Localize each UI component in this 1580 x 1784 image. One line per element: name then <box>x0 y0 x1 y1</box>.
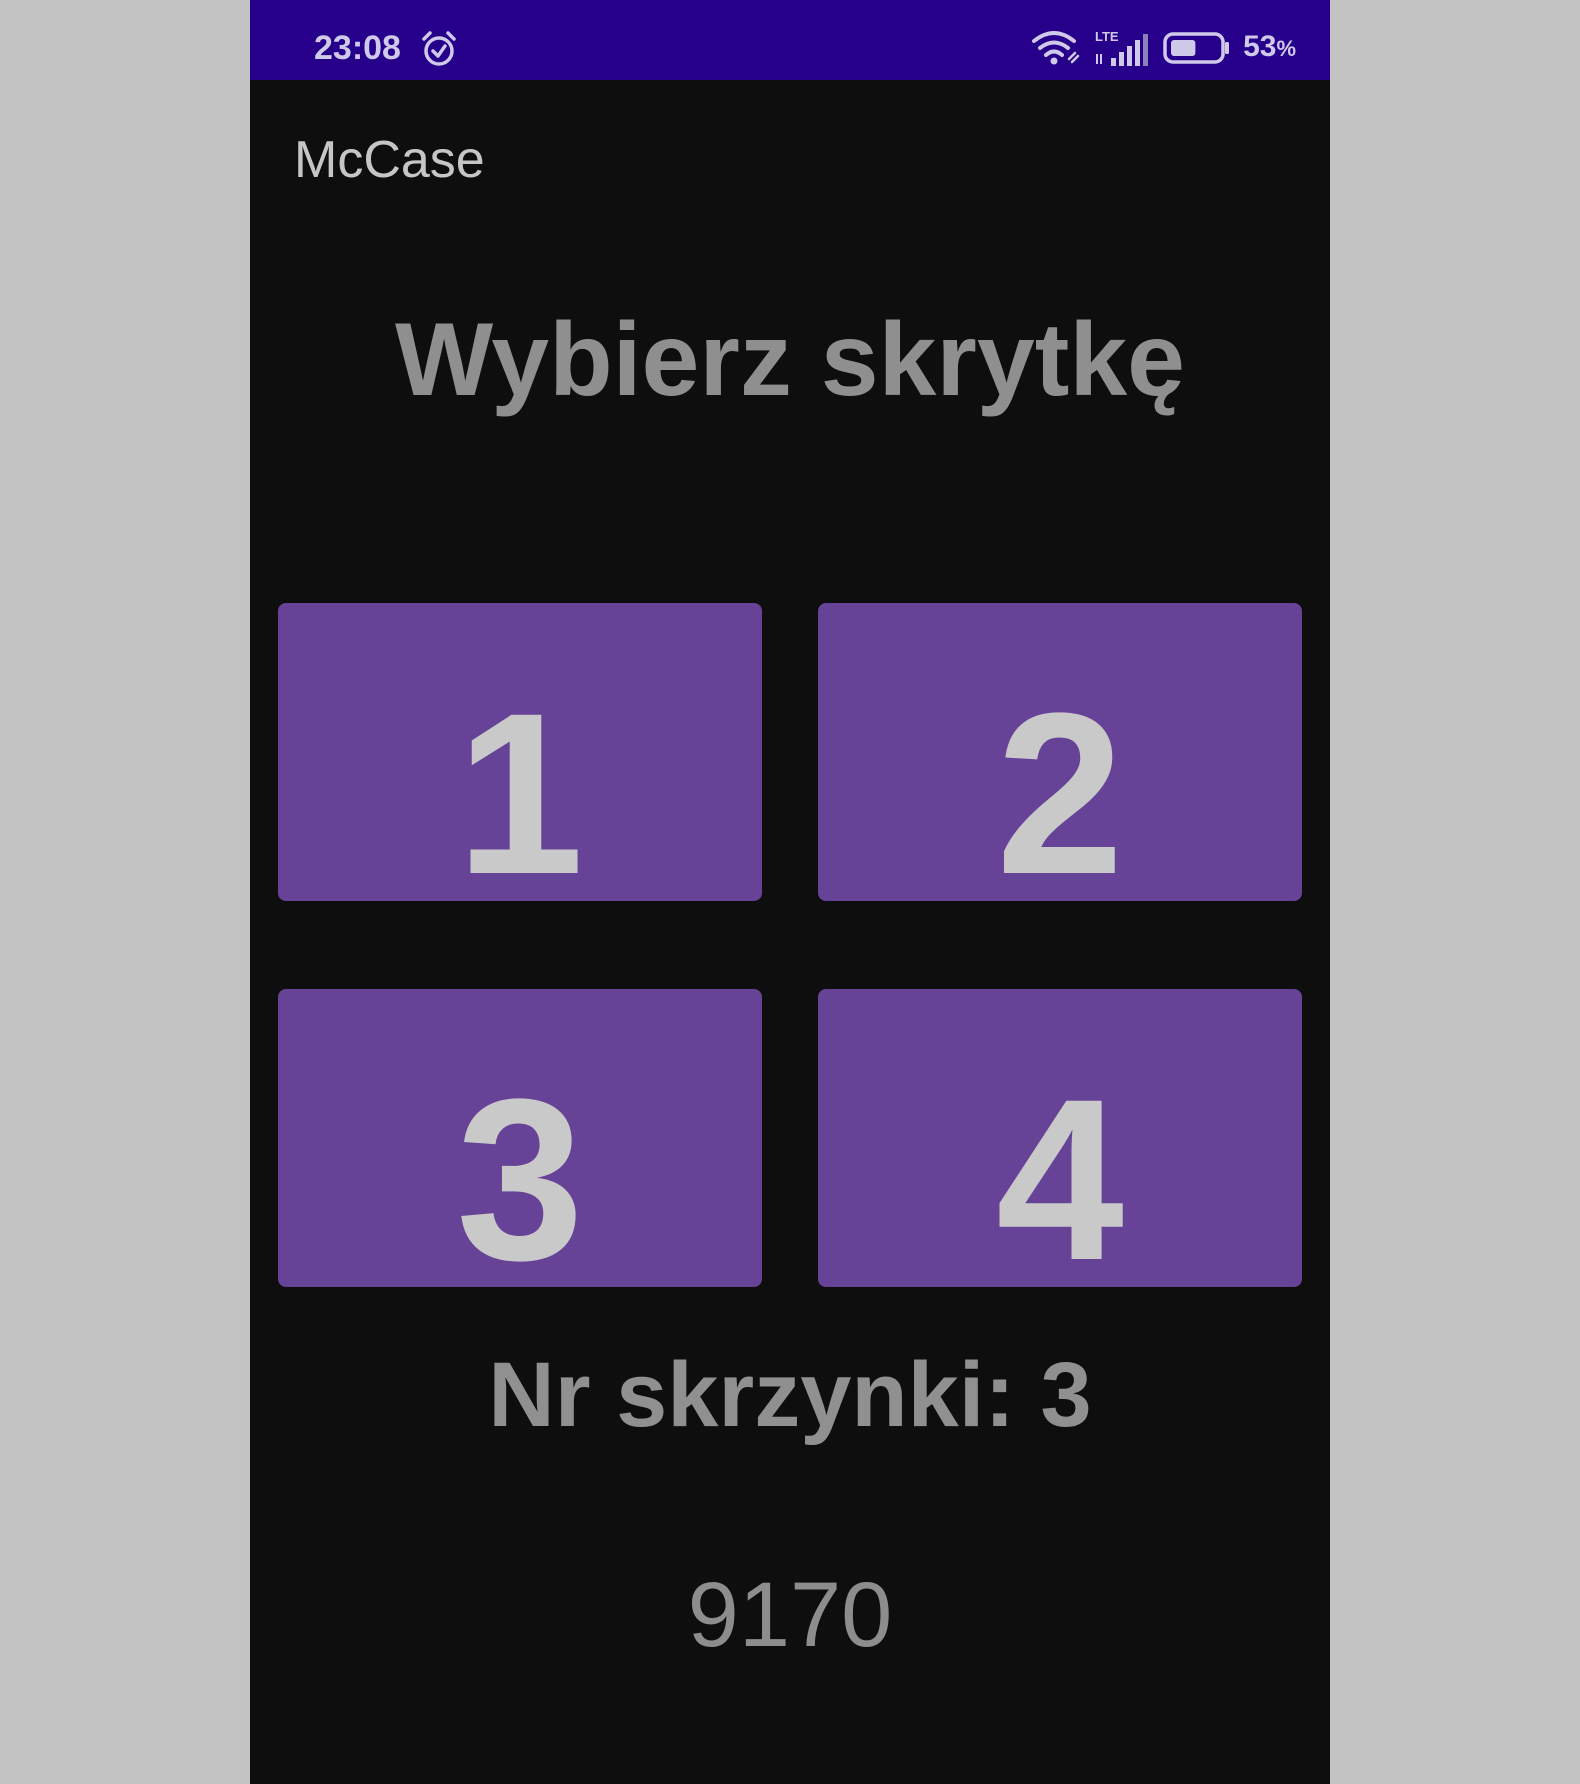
locker-code: 9170 <box>687 1564 893 1666</box>
status-bar: 23:08 LTE 53% <box>250 0 1330 80</box>
locker-label-2: 2 <box>996 665 1124 901</box>
locker-label-1: 1 <box>456 665 584 901</box>
status-time: 23:08 <box>314 29 401 67</box>
page-heading: Wybierz skrytkę <box>394 302 1186 418</box>
phone-screen: 23:08 LTE 53% McCase Wybierz skrytkę 1 2… <box>250 0 1330 1784</box>
selected-box-text: Nr skrzynki: 3 <box>488 1344 1092 1446</box>
battery-fill <box>1171 40 1196 56</box>
locker-button-1[interactable]: 1 <box>278 603 762 901</box>
wifi-icon <box>1032 31 1080 65</box>
app-title: McCase <box>294 131 485 189</box>
network-type-label: LTE <box>1095 29 1119 44</box>
battery-percentage-value: 53 <box>1243 30 1277 63</box>
battery-percentage: 53% <box>1243 27 1296 69</box>
battery-icon <box>1163 32 1230 64</box>
locker-button-4[interactable]: 4 <box>818 989 1302 1287</box>
lte-signal-icon: LTE <box>1095 29 1149 66</box>
locker-label-3: 3 <box>456 1051 584 1287</box>
locker-button-3[interactable]: 3 <box>278 989 762 1287</box>
alarm-icon <box>422 31 456 66</box>
status-icons: LTE 53% <box>1031 26 1296 70</box>
locker-label-4: 4 <box>996 1051 1124 1287</box>
battery-percentage-unit: % <box>1276 36 1296 61</box>
locker-button-2[interactable]: 2 <box>818 603 1302 901</box>
